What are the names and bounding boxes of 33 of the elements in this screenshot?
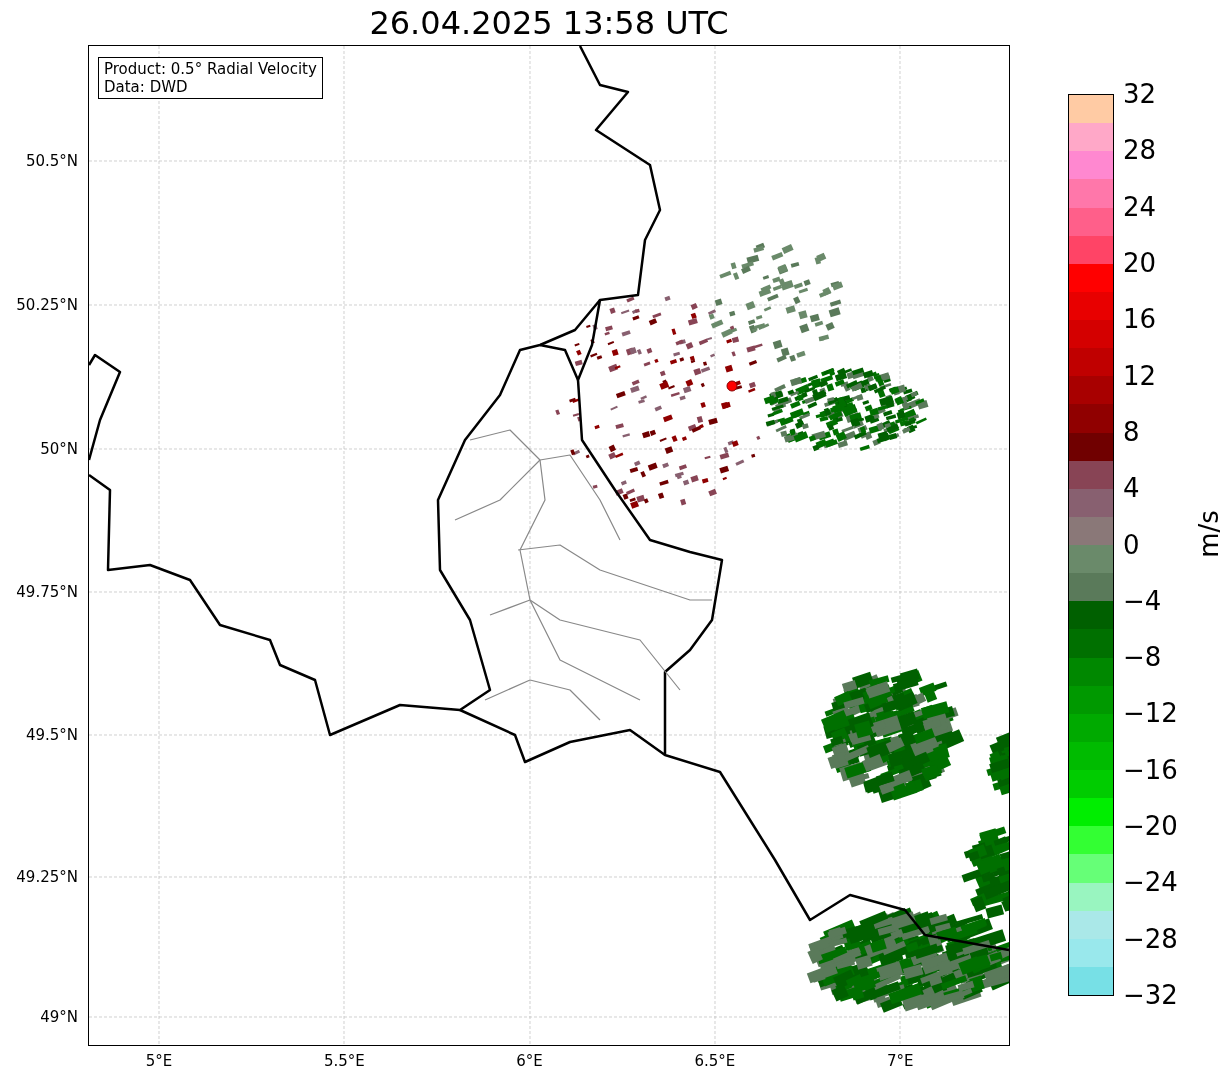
info-text: Product: 0.5° Radial Velocity	[104, 60, 317, 78]
colorbar-label: −12	[1123, 698, 1178, 729]
colorbar-label: 24	[1123, 191, 1157, 222]
colorbar-label: 32	[1123, 79, 1157, 109]
colorbar-label: 16	[1123, 304, 1157, 335]
colorbar-label: −16	[1123, 754, 1178, 785]
colorbar-label: 20	[1123, 247, 1157, 278]
colorbar-label: 8	[1123, 416, 1140, 447]
colorbar-label: −8	[1123, 642, 1162, 673]
longitude-label: 6.5°E	[694, 1052, 736, 1070]
latitude-label: 50°N	[40, 440, 78, 458]
colorbar-label: −32	[1123, 980, 1178, 1010]
longitude-label: 6°E	[516, 1052, 543, 1070]
colorbar-label: 0	[1123, 529, 1140, 560]
colorbar-label: 4	[1123, 473, 1140, 504]
colorbar-label: −24	[1123, 867, 1178, 898]
latitude-label: 49.75°N	[16, 583, 78, 601]
latitude-label: 49.5°N	[25, 726, 78, 744]
colorbar-label: 12	[1123, 360, 1157, 391]
longitude-label: 7°E	[886, 1052, 914, 1070]
unit-label: m/s	[1194, 510, 1224, 558]
colorbar-label: −4	[1123, 585, 1162, 616]
longitude-label: 5.5°E	[323, 1052, 365, 1070]
chart-title: 26.04.2025 13:58 UTC	[369, 3, 729, 42]
latitude-label: 50.5°N	[25, 152, 78, 170]
colorbar-label: 28	[1123, 135, 1157, 166]
info-text: Data: DWD	[104, 78, 189, 96]
latitude-label: 50.25°N	[16, 296, 78, 314]
colorbar-label: −28	[1123, 923, 1178, 954]
latitude-label: 49°N	[40, 1008, 78, 1026]
latitude-label: 49.25°N	[16, 868, 78, 886]
longitude-label: 5°E	[145, 1052, 173, 1070]
colorbar-label: −20	[1123, 811, 1178, 842]
